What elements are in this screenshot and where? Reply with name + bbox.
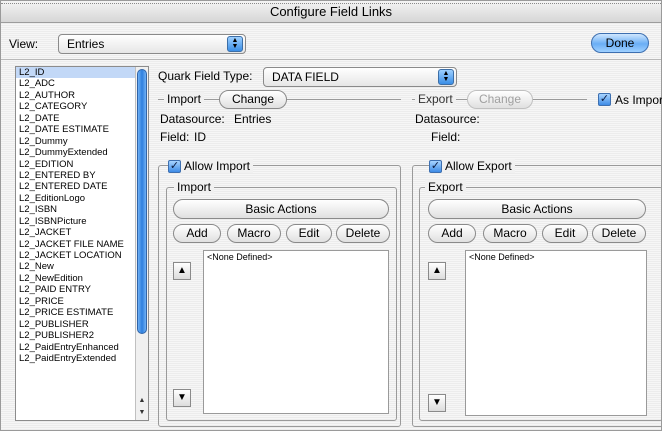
export-actions-legend: Export [425, 180, 466, 194]
scroll-down-arrow-icon[interactable]: ▼ [136, 407, 148, 419]
arrow-up-icon[interactable]: ▲ [173, 262, 191, 280]
import-source-legend: Import [164, 92, 205, 106]
title-bar[interactable]: Configure Field Links [1, 1, 661, 23]
field-list-item[interactable]: L2_PRICE ESTIMATE [16, 307, 136, 318]
field-list-item[interactable]: L2_ADC [16, 78, 136, 89]
export-macro-button[interactable]: Macro [483, 224, 537, 243]
export-add-button[interactable]: Add [428, 224, 476, 243]
field-list-item[interactable]: L2_EditionLogo [16, 193, 136, 204]
checkmark-icon: ✓ [169, 160, 180, 172]
field-list-item[interactable]: L2_ENTERED BY [16, 170, 136, 181]
field-list-item[interactable]: L2_ISBN [16, 204, 136, 215]
view-label: View: [9, 37, 39, 51]
field-list-item[interactable]: L2_JACKET LOCATION [16, 250, 136, 261]
import-actions-list[interactable]: <None Defined> [203, 250, 389, 414]
checkmark-icon: ✓ [430, 160, 441, 172]
field-list-item[interactable]: L2_CATEGORY [16, 101, 136, 112]
allow-import-label: Allow Import [181, 159, 254, 173]
field-list-item[interactable]: L2_PRICE [16, 296, 136, 307]
import-add-button[interactable]: Add [173, 224, 221, 243]
field-list-item[interactable]: L2_New [16, 261, 136, 272]
field-list-item[interactable]: L2_PaidEntryExtended [16, 353, 136, 364]
field-list-item[interactable]: L2_DATE [16, 113, 136, 124]
popup-arrows-icon: ▲ ▼ [438, 69, 454, 85]
import-datasource-value: Entries [234, 112, 272, 126]
import-list-placeholder: <None Defined> [207, 252, 273, 262]
import-edit-button[interactable]: Edit [286, 224, 332, 243]
toolbar: View: Entries ▲ ▼ Done [1, 24, 661, 60]
import-field-label: Field: [160, 130, 190, 144]
arrow-down-icon[interactable]: ▼ [173, 389, 191, 407]
allow-export-checkbox[interactable]: ✓ [429, 160, 442, 173]
export-change-button[interactable]: Change [467, 90, 533, 109]
import-actions-legend: Import [174, 180, 215, 194]
allow-export-label: Allow Export [442, 159, 515, 173]
field-list-item[interactable]: L2_PAID ENTRY [16, 284, 136, 295]
field-list-item[interactable]: L2_JACKET FILE NAME [16, 239, 136, 250]
export-edit-button[interactable]: Edit [542, 224, 588, 243]
done-button[interactable]: Done [591, 33, 649, 53]
field-list-item[interactable]: L2_JACKET [16, 227, 136, 238]
field-list-item[interactable]: L2_PaidEntryEnhanced [16, 342, 136, 353]
field-list[interactable]: L2_ID L2_ADC L2_AUTHOR L2_CATEGORY L2_DATE L2… [15, 66, 149, 421]
field-list-item[interactable]: L2_PUBLISHER2 [16, 330, 136, 341]
view-popup[interactable]: Entries ▲ ▼ [58, 34, 246, 54]
export-basic-actions-button[interactable]: Basic Actions [428, 199, 646, 219]
import-change-button[interactable]: Change [219, 90, 287, 109]
field-list-item[interactable]: L2_ISBNPicture [16, 216, 136, 227]
field-list-item[interactable]: L2_AUTHOR [16, 90, 136, 101]
export-list-placeholder: <None Defined> [469, 252, 535, 262]
field-list-item[interactable]: L2_Dummy [16, 136, 136, 147]
field-type-popup[interactable]: DATA FIELD ▲ ▼ [263, 67, 457, 87]
configure-field-links-window: Configure Field Links View: Entries ▲ ▼ D… [0, 0, 662, 431]
import-field-value: ID [194, 130, 206, 144]
import-delete-button[interactable]: Delete [336, 224, 390, 243]
allow-import-checkbox[interactable]: ✓ [168, 160, 181, 173]
field-list-item[interactable]: L2_EDITION [16, 159, 136, 170]
field-list-item[interactable]: L2_ENTERED DATE [16, 181, 136, 192]
field-type-label: Quark Field Type: [158, 69, 253, 83]
export-field-label: Field: [431, 130, 461, 144]
as-import-label: As Import [615, 93, 662, 107]
view-popup-value: Entries [67, 37, 105, 51]
window-title: Configure Field Links [269, 4, 393, 19]
checkmark-icon: ✓ [599, 93, 610, 105]
field-list-item[interactable]: L2_ID [16, 67, 136, 79]
popup-arrows-icon: ▲ ▼ [227, 36, 243, 52]
import-macro-button[interactable]: Macro [227, 224, 281, 243]
as-import-checkbox[interactable]: ✓ [598, 93, 611, 106]
import-basic-actions-button[interactable]: Basic Actions [173, 199, 389, 219]
field-type-value: DATA FIELD [272, 70, 339, 84]
field-list-item[interactable]: L2_PUBLISHER [16, 319, 136, 330]
arrow-up-icon[interactable]: ▲ [428, 262, 446, 280]
import-datasource-label: Datasource: [160, 112, 225, 126]
field-list-item[interactable]: L2_NewEdition [16, 273, 136, 284]
export-actions-list[interactable]: <None Defined> [465, 250, 647, 416]
field-list-item[interactable]: L2_DummyExtended [16, 147, 136, 158]
export-datasource-label: Datasource: [415, 112, 480, 126]
field-list-item[interactable]: L2_DATE ESTIMATE [16, 124, 136, 135]
field-list-scrollbar[interactable]: ▲ ▼ [135, 67, 148, 420]
field-list-items: L2_ID L2_ADC L2_AUTHOR L2_CATEGORY L2_DATE L2… [16, 67, 136, 364]
scroll-thumb[interactable] [137, 69, 147, 334]
arrow-down-icon[interactable]: ▼ [428, 394, 446, 412]
export-source-legend: Export [415, 92, 456, 106]
export-delete-button[interactable]: Delete [592, 224, 646, 243]
scroll-up-arrow-icon[interactable]: ▲ [136, 395, 148, 407]
